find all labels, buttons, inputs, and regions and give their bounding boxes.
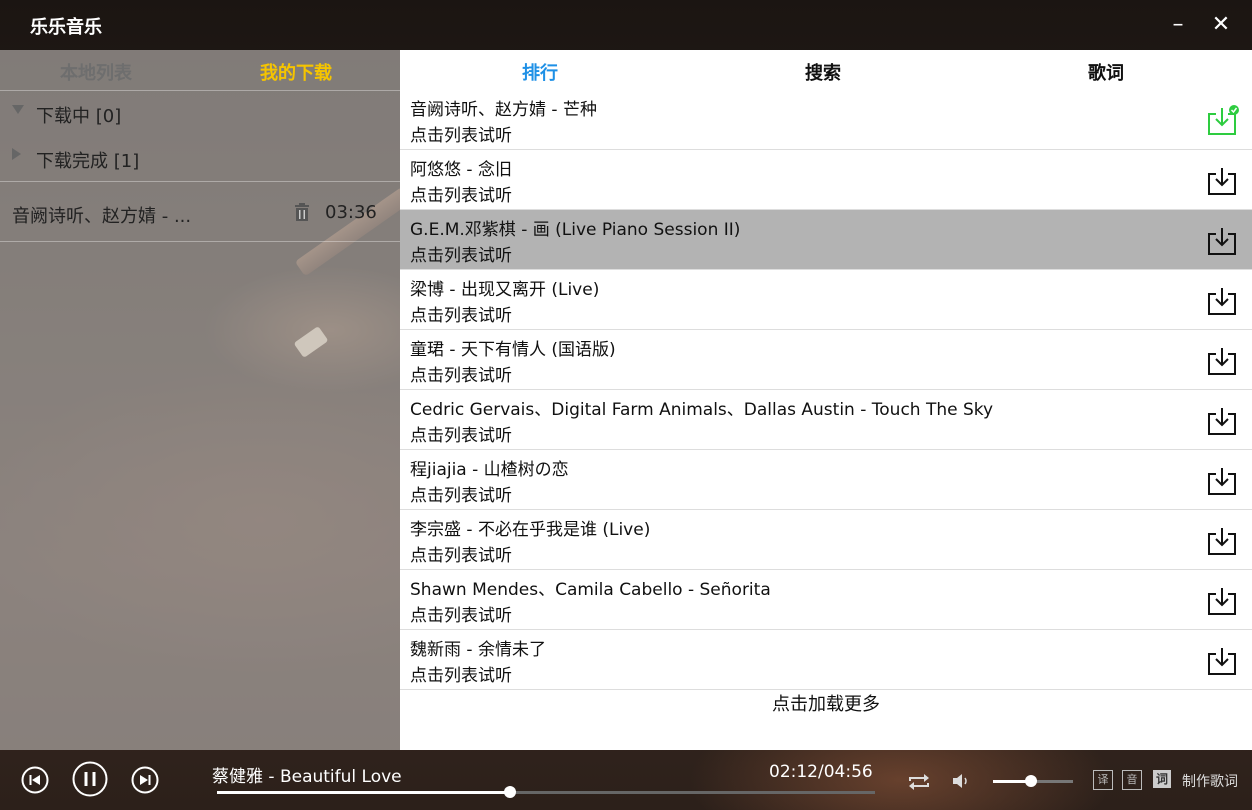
download-icon[interactable] bbox=[1205, 344, 1239, 378]
song-title: Shawn Mendes、Camila Cabello - Señorita bbox=[410, 580, 771, 600]
song-row[interactable]: 童珺 - 天下有情人 (国语版) 点击列表试听 bbox=[400, 330, 1252, 390]
tab-ranking[interactable]: 排行 bbox=[522, 59, 558, 85]
song-row[interactable]: 程jiajia - 山楂树の恋 点击列表试听 bbox=[400, 450, 1252, 510]
download-item-duration: 03:36 bbox=[325, 202, 377, 223]
next-icon[interactable] bbox=[131, 766, 159, 794]
download-icon[interactable] bbox=[1205, 464, 1239, 498]
download-icon[interactable] bbox=[1205, 584, 1239, 618]
make-lyrics-button[interactable]: 制作歌词 bbox=[1182, 771, 1238, 791]
lyrics-icon[interactable]: 词 bbox=[1153, 770, 1171, 788]
previous-icon[interactable] bbox=[21, 766, 49, 794]
group-downloading[interactable]: 下载中 [0] bbox=[0, 91, 400, 136]
app-title: 乐乐音乐 bbox=[30, 17, 102, 38]
song-title: 阿悠悠 - 念旧 bbox=[410, 160, 512, 180]
song-row[interactable]: 李宗盛 - 不必在乎我是谁 (Live) 点击列表试听 bbox=[400, 510, 1252, 570]
download-icon[interactable] bbox=[1205, 644, 1239, 678]
pause-icon[interactable] bbox=[72, 761, 108, 797]
song-row[interactable]: Shawn Mendes、Camila Cabello - Señorita 点击… bbox=[400, 570, 1252, 630]
group-completed-label: 下载完成 [1] bbox=[36, 151, 140, 172]
group-downloading-label: 下载中 [0] bbox=[36, 106, 122, 127]
song-title: 程jiajia - 山楂树の恋 bbox=[410, 460, 569, 480]
download-icon[interactable] bbox=[1205, 524, 1239, 558]
song-hint: 点击列表试听 bbox=[410, 186, 512, 206]
song-hint: 点击列表试听 bbox=[410, 666, 512, 686]
tab-lyrics[interactable]: 歌词 bbox=[1088, 59, 1124, 85]
song-hint: 点击列表试听 bbox=[410, 606, 512, 626]
download-item-name: 音阙诗听、赵方婧 - ... bbox=[12, 206, 192, 227]
song-hint: 点击列表试听 bbox=[410, 306, 512, 326]
song-row[interactable]: 音阙诗听、赵方婧 - 芒种 点击列表试听 bbox=[400, 90, 1252, 150]
song-hint: 点击列表试听 bbox=[410, 366, 512, 386]
right-panel: 排行 搜索 歌词 音阙诗听、赵方婧 - 芒种 点击列表试听 阿悠悠 - 念旧 点击列表… bbox=[400, 50, 1252, 750]
downloaded-icon[interactable] bbox=[1205, 104, 1239, 138]
download-item[interactable]: 音阙诗听、赵方婧 - ... 03:36 bbox=[0, 181, 400, 242]
song-title: G.E.M.邓紫棋 - 画 (Live Piano Session II) bbox=[410, 220, 741, 240]
song-hint: 点击列表试听 bbox=[410, 486, 512, 506]
download-icon[interactable] bbox=[1205, 404, 1239, 438]
expand-down-icon bbox=[12, 105, 24, 114]
song-title: 梁博 - 出现又离开 (Live) bbox=[410, 280, 600, 300]
tab-local-list[interactable]: 本地列表 bbox=[60, 59, 132, 85]
progress-bar[interactable] bbox=[217, 786, 875, 798]
song-hint: 点击列表试听 bbox=[410, 126, 512, 146]
tab-my-downloads[interactable]: 我的下载 bbox=[260, 59, 332, 85]
now-playing: 蔡健雅 - Beautiful Love bbox=[212, 767, 402, 787]
left-panel: 本地列表 我的下载 下载中 [0] 下载完成 [1] 音阙诗听、赵方婧 - ..… bbox=[0, 50, 400, 750]
volume-slider[interactable] bbox=[993, 775, 1073, 787]
song-title: 童珺 - 天下有情人 (国语版) bbox=[410, 340, 616, 360]
song-hint: 点击列表试听 bbox=[410, 426, 512, 446]
tab-search[interactable]: 搜索 bbox=[805, 59, 841, 85]
close-button[interactable]: ✕ bbox=[1208, 12, 1234, 38]
song-list: 音阙诗听、赵方婧 - 芒种 点击列表试听 阿悠悠 - 念旧 点击列表试听 G.E.M.邓… bbox=[400, 90, 1252, 690]
song-title: 音阙诗听、赵方婧 - 芒种 bbox=[410, 100, 597, 120]
song-hint: 点击列表试听 bbox=[410, 546, 512, 566]
download-icon[interactable] bbox=[1205, 224, 1239, 258]
song-title: 李宗盛 - 不必在乎我是谁 (Live) bbox=[410, 520, 651, 540]
song-title: 魏新雨 - 余情未了 bbox=[410, 640, 546, 660]
volume-knob[interactable] bbox=[1024, 775, 1037, 787]
song-hint: 点击列表试听 bbox=[410, 246, 512, 266]
minimize-button[interactable]: – bbox=[1165, 12, 1191, 38]
volume-icon[interactable] bbox=[951, 771, 973, 791]
left-tabs: 本地列表 我的下载 bbox=[0, 50, 400, 91]
song-row[interactable]: 阿悠悠 - 念旧 点击列表试听 bbox=[400, 150, 1252, 210]
download-icon[interactable] bbox=[1205, 164, 1239, 198]
group-completed[interactable]: 下载完成 [1] bbox=[0, 136, 400, 181]
progress-fill bbox=[217, 791, 511, 794]
trash-icon[interactable] bbox=[292, 202, 312, 222]
song-title: Cedric Gervais、Digital Farm Animals、Dall… bbox=[410, 400, 994, 420]
song-row[interactable]: G.E.M.邓紫棋 - 画 (Live Piano Session II) 点击列… bbox=[400, 210, 1252, 270]
load-more-button[interactable]: 点击加载更多 bbox=[400, 690, 1252, 716]
download-icon[interactable] bbox=[1205, 284, 1239, 318]
play-time: 02:12/04:56 bbox=[769, 762, 873, 782]
song-row[interactable]: 梁博 - 出现又离开 (Live) 点击列表试听 bbox=[400, 270, 1252, 330]
translate-button[interactable]: 译 bbox=[1093, 770, 1113, 790]
collapse-right-icon bbox=[12, 148, 21, 160]
song-row[interactable]: 魏新雨 - 余情未了 点击列表试听 bbox=[400, 630, 1252, 690]
repeat-icon[interactable] bbox=[907, 772, 931, 792]
transliterate-button[interactable]: 音 bbox=[1122, 770, 1142, 790]
song-row[interactable]: Cedric Gervais、Digital Farm Animals、Dall… bbox=[400, 390, 1252, 450]
title-bar: 乐乐音乐 – ✕ bbox=[0, 0, 1252, 50]
